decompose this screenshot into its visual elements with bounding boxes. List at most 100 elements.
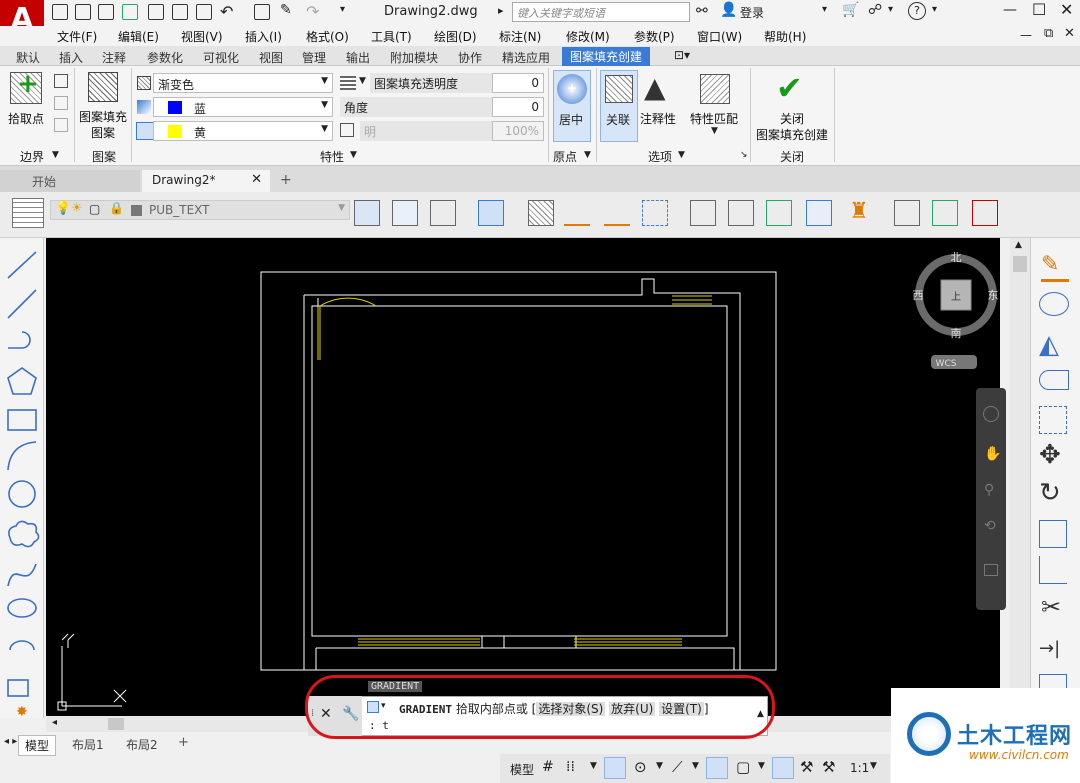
tab-close-icon[interactable]: ✕ [251, 172, 262, 187]
menu-format[interactable]: 格式(O) [306, 28, 349, 45]
showmotion-icon[interactable] [984, 564, 998, 576]
stretch-icon[interactable] [1039, 556, 1067, 584]
layer-match-icon[interactable] [430, 200, 456, 226]
extend-icon[interactable]: →| [1039, 638, 1060, 659]
upload-icon[interactable] [122, 4, 138, 20]
transparency-input[interactable]: 0 [492, 73, 544, 93]
binoculars-icon[interactable]: ⚯ [696, 3, 708, 19]
grid-icon[interactable]: # [542, 759, 554, 775]
data-link-icon[interactable] [806, 200, 832, 226]
osnap-tracking-icon[interactable] [706, 757, 728, 779]
chevron-down-icon[interactable]: ▾ [340, 4, 345, 15]
array-icon[interactable] [642, 200, 668, 226]
origin-expand-icon[interactable]: ▼ [584, 150, 591, 160]
menu-modify[interactable]: 修改(M) [566, 28, 610, 45]
close-hatch-label-1[interactable]: 关闭 [780, 110, 804, 127]
checklist-icon[interactable] [932, 200, 958, 226]
options-dialog-icon[interactable]: ↘ [740, 150, 748, 160]
gradient-color2-icon[interactable] [136, 122, 154, 140]
menu-view[interactable]: 视图(V) [181, 28, 223, 45]
iso-dropdown-icon[interactable]: ▼ [692, 761, 699, 771]
layout-nav-icon[interactable]: ◂ ▸ [4, 736, 17, 747]
polyline-tool-icon[interactable] [7, 289, 37, 319]
broom-icon[interactable]: ♜ [846, 200, 872, 226]
menu-dimension[interactable]: 标注(N) [499, 28, 541, 45]
vertical-scrollbar[interactable]: ▲ [1010, 238, 1030, 718]
angle-input[interactable]: 0 [492, 97, 544, 117]
connect-dropdown-icon[interactable]: ▾ [888, 4, 893, 15]
polar-icon[interactable]: ⊙ [634, 758, 647, 776]
layout-tab-model[interactable]: 模型 [18, 735, 57, 756]
tab-manage[interactable]: 管理 [302, 49, 326, 66]
snap-icon[interactable]: ⁞⁞ [566, 759, 575, 775]
chevron-down-icon[interactable]: ▼ [359, 76, 366, 86]
maximize-icon[interactable]: ☐ [1032, 0, 1046, 19]
ellipse-tool-icon[interactable] [7, 598, 37, 618]
transparency-icon[interactable] [340, 76, 356, 90]
tab-default[interactable]: 默认 [16, 49, 40, 66]
annotation-visibility-icon[interactable] [772, 757, 794, 779]
trim-icon[interactable]: ✂ [1041, 594, 1061, 620]
pick-point-button[interactable]: 拾取点 [8, 110, 44, 127]
line-tool-icon[interactable] [7, 251, 37, 279]
scale-dropdown-icon[interactable]: ▼ [870, 761, 877, 771]
menu-file[interactable]: 文件(F) [57, 28, 97, 45]
save-as-icon[interactable] [98, 4, 114, 20]
annotative-button[interactable]: 注释性 [640, 110, 676, 127]
layout-tab-layout2[interactable]: 布局2 [120, 735, 164, 754]
hatch-pattern-label-1[interactable]: 图案填充 [79, 108, 127, 125]
arc-line-tool-icon[interactable] [8, 331, 31, 349]
layer-select[interactable]: 💡 ☀ ▢ 🔒 PUB_TEXT ▼ [50, 200, 350, 220]
make-block-icon[interactable]: ✸ [16, 704, 28, 718]
menu-draw[interactable]: 绘图(D) [434, 28, 477, 45]
block-insert-icon[interactable] [478, 200, 504, 226]
help-dropdown-icon[interactable]: ▾ [932, 4, 937, 15]
centered-button[interactable]: + 居中 [553, 70, 591, 142]
ortho-icon[interactable] [604, 757, 626, 779]
scroll-thumb-h[interactable] [108, 718, 124, 730]
tab-visualize[interactable]: 可视化 [203, 49, 239, 66]
associative-button[interactable]: 关联 [600, 70, 638, 142]
eraser-book-icon[interactable] [972, 200, 998, 226]
search-input[interactable]: 键入关键字或短语 [512, 2, 690, 22]
match-properties-icon[interactable] [700, 74, 730, 104]
menu-insert[interactable]: 插入(I) [245, 28, 282, 45]
compass-south[interactable]: 南 [951, 327, 962, 340]
select-boundary-icon[interactable] [54, 74, 68, 88]
polygon-tool-icon[interactable] [7, 367, 37, 395]
array-modify-icon[interactable] [1039, 406, 1067, 434]
tab-collaborate[interactable]: 协作 [458, 49, 482, 66]
menu-help[interactable]: 帮助(H) [764, 28, 806, 45]
help-icon[interactable]: ? [908, 2, 926, 20]
isodraft-icon[interactable]: ⟋ [672, 758, 683, 776]
tab-view[interactable]: 视图 [259, 49, 283, 66]
options-expand-icon[interactable]: ▼ [678, 150, 685, 160]
boundary-expand-icon[interactable]: ▼ [52, 150, 59, 160]
redo-icon[interactable]: ↷ [306, 2, 319, 21]
tab-annotate[interactable]: 注释 [102, 49, 126, 66]
erase-icon[interactable]: ✎ [1041, 252, 1069, 282]
pan-icon[interactable]: ✋ [984, 446, 1001, 462]
menu-window[interactable]: 窗口(W) [697, 28, 742, 45]
table-time-icon[interactable] [728, 200, 754, 226]
tab-drawing2[interactable]: Drawing2* ✕ [142, 170, 270, 192]
window-icon[interactable] [254, 4, 270, 20]
tab-output[interactable]: 输出 [346, 49, 370, 66]
offset-icon[interactable] [1039, 370, 1069, 390]
checkmark-icon[interactable]: ✔ [776, 72, 803, 104]
plot-icon[interactable] [196, 4, 212, 20]
cart-icon[interactable]: 🛒 [842, 2, 859, 18]
spline-tool-icon[interactable] [7, 563, 37, 587]
copy-icon[interactable] [1039, 292, 1069, 316]
recreate-boundary-icon[interactable] [54, 118, 68, 132]
layout-tab-layout1[interactable]: 布局1 [66, 735, 110, 754]
ribbon-toggle-icon[interactable]: ⊡▾ [674, 48, 690, 62]
properties-expand-icon[interactable]: ▼ [350, 150, 357, 160]
osnap-icon[interactable]: ▢ [736, 758, 750, 776]
orbit-icon[interactable]: ⟲ [984, 518, 996, 534]
insert-block-icon[interactable] [7, 679, 29, 697]
doc-close-icon[interactable]: ✕ [1064, 26, 1075, 41]
add-layout-icon[interactable]: + [178, 735, 189, 750]
close-icon[interactable]: ✕ [1060, 0, 1073, 19]
menu-tools[interactable]: 工具(T) [371, 28, 412, 45]
